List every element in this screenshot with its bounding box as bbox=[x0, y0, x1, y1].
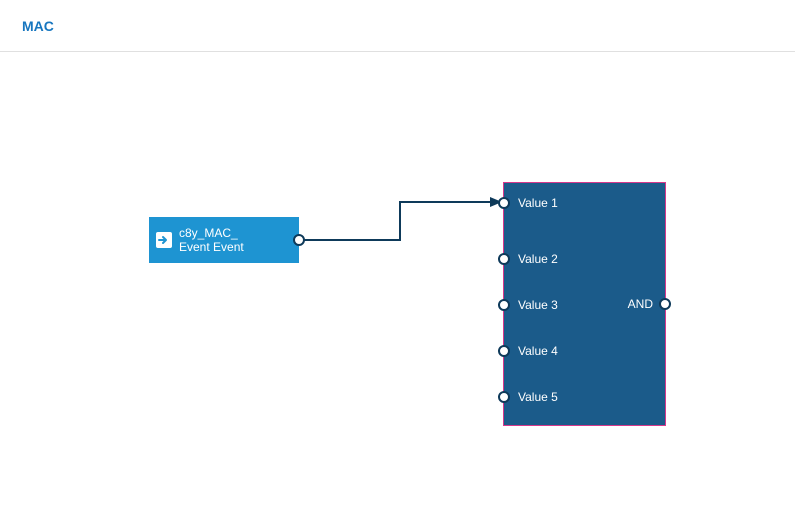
and-input-label-2: Value 2 bbox=[518, 252, 558, 266]
event-label-line2: Event Event bbox=[179, 240, 244, 254]
event-input-icon bbox=[149, 231, 179, 249]
and-input-label-1: Value 1 bbox=[518, 196, 558, 210]
flow-canvas[interactable]: c8y_MAC_ Event Event Value 1 Value 2 Val… bbox=[0, 52, 795, 524]
and-input-port-4[interactable] bbox=[498, 345, 510, 357]
and-input-label-4: Value 4 bbox=[518, 344, 558, 358]
and-output-label: AND bbox=[628, 297, 653, 311]
and-input-port-1[interactable] bbox=[498, 197, 510, 209]
and-input-label-3: Value 3 bbox=[518, 298, 558, 312]
event-node[interactable]: c8y_MAC_ Event Event bbox=[149, 217, 299, 263]
event-node-label: c8y_MAC_ Event Event bbox=[179, 226, 250, 255]
event-output-port[interactable] bbox=[293, 234, 305, 246]
connector-event-to-value1 bbox=[0, 52, 795, 524]
and-input-label-5: Value 5 bbox=[518, 390, 558, 404]
and-input-port-2[interactable] bbox=[498, 253, 510, 265]
and-output-port[interactable] bbox=[659, 298, 671, 310]
header-tabs: MAC bbox=[0, 0, 795, 52]
tab-mac[interactable]: MAC bbox=[22, 18, 54, 34]
event-label-line1: c8y_MAC_ bbox=[179, 226, 244, 240]
and-input-port-5[interactable] bbox=[498, 391, 510, 403]
and-input-port-3[interactable] bbox=[498, 299, 510, 311]
and-node[interactable]: Value 1 Value 2 Value 3 Value 4 Value 5 … bbox=[503, 182, 666, 426]
